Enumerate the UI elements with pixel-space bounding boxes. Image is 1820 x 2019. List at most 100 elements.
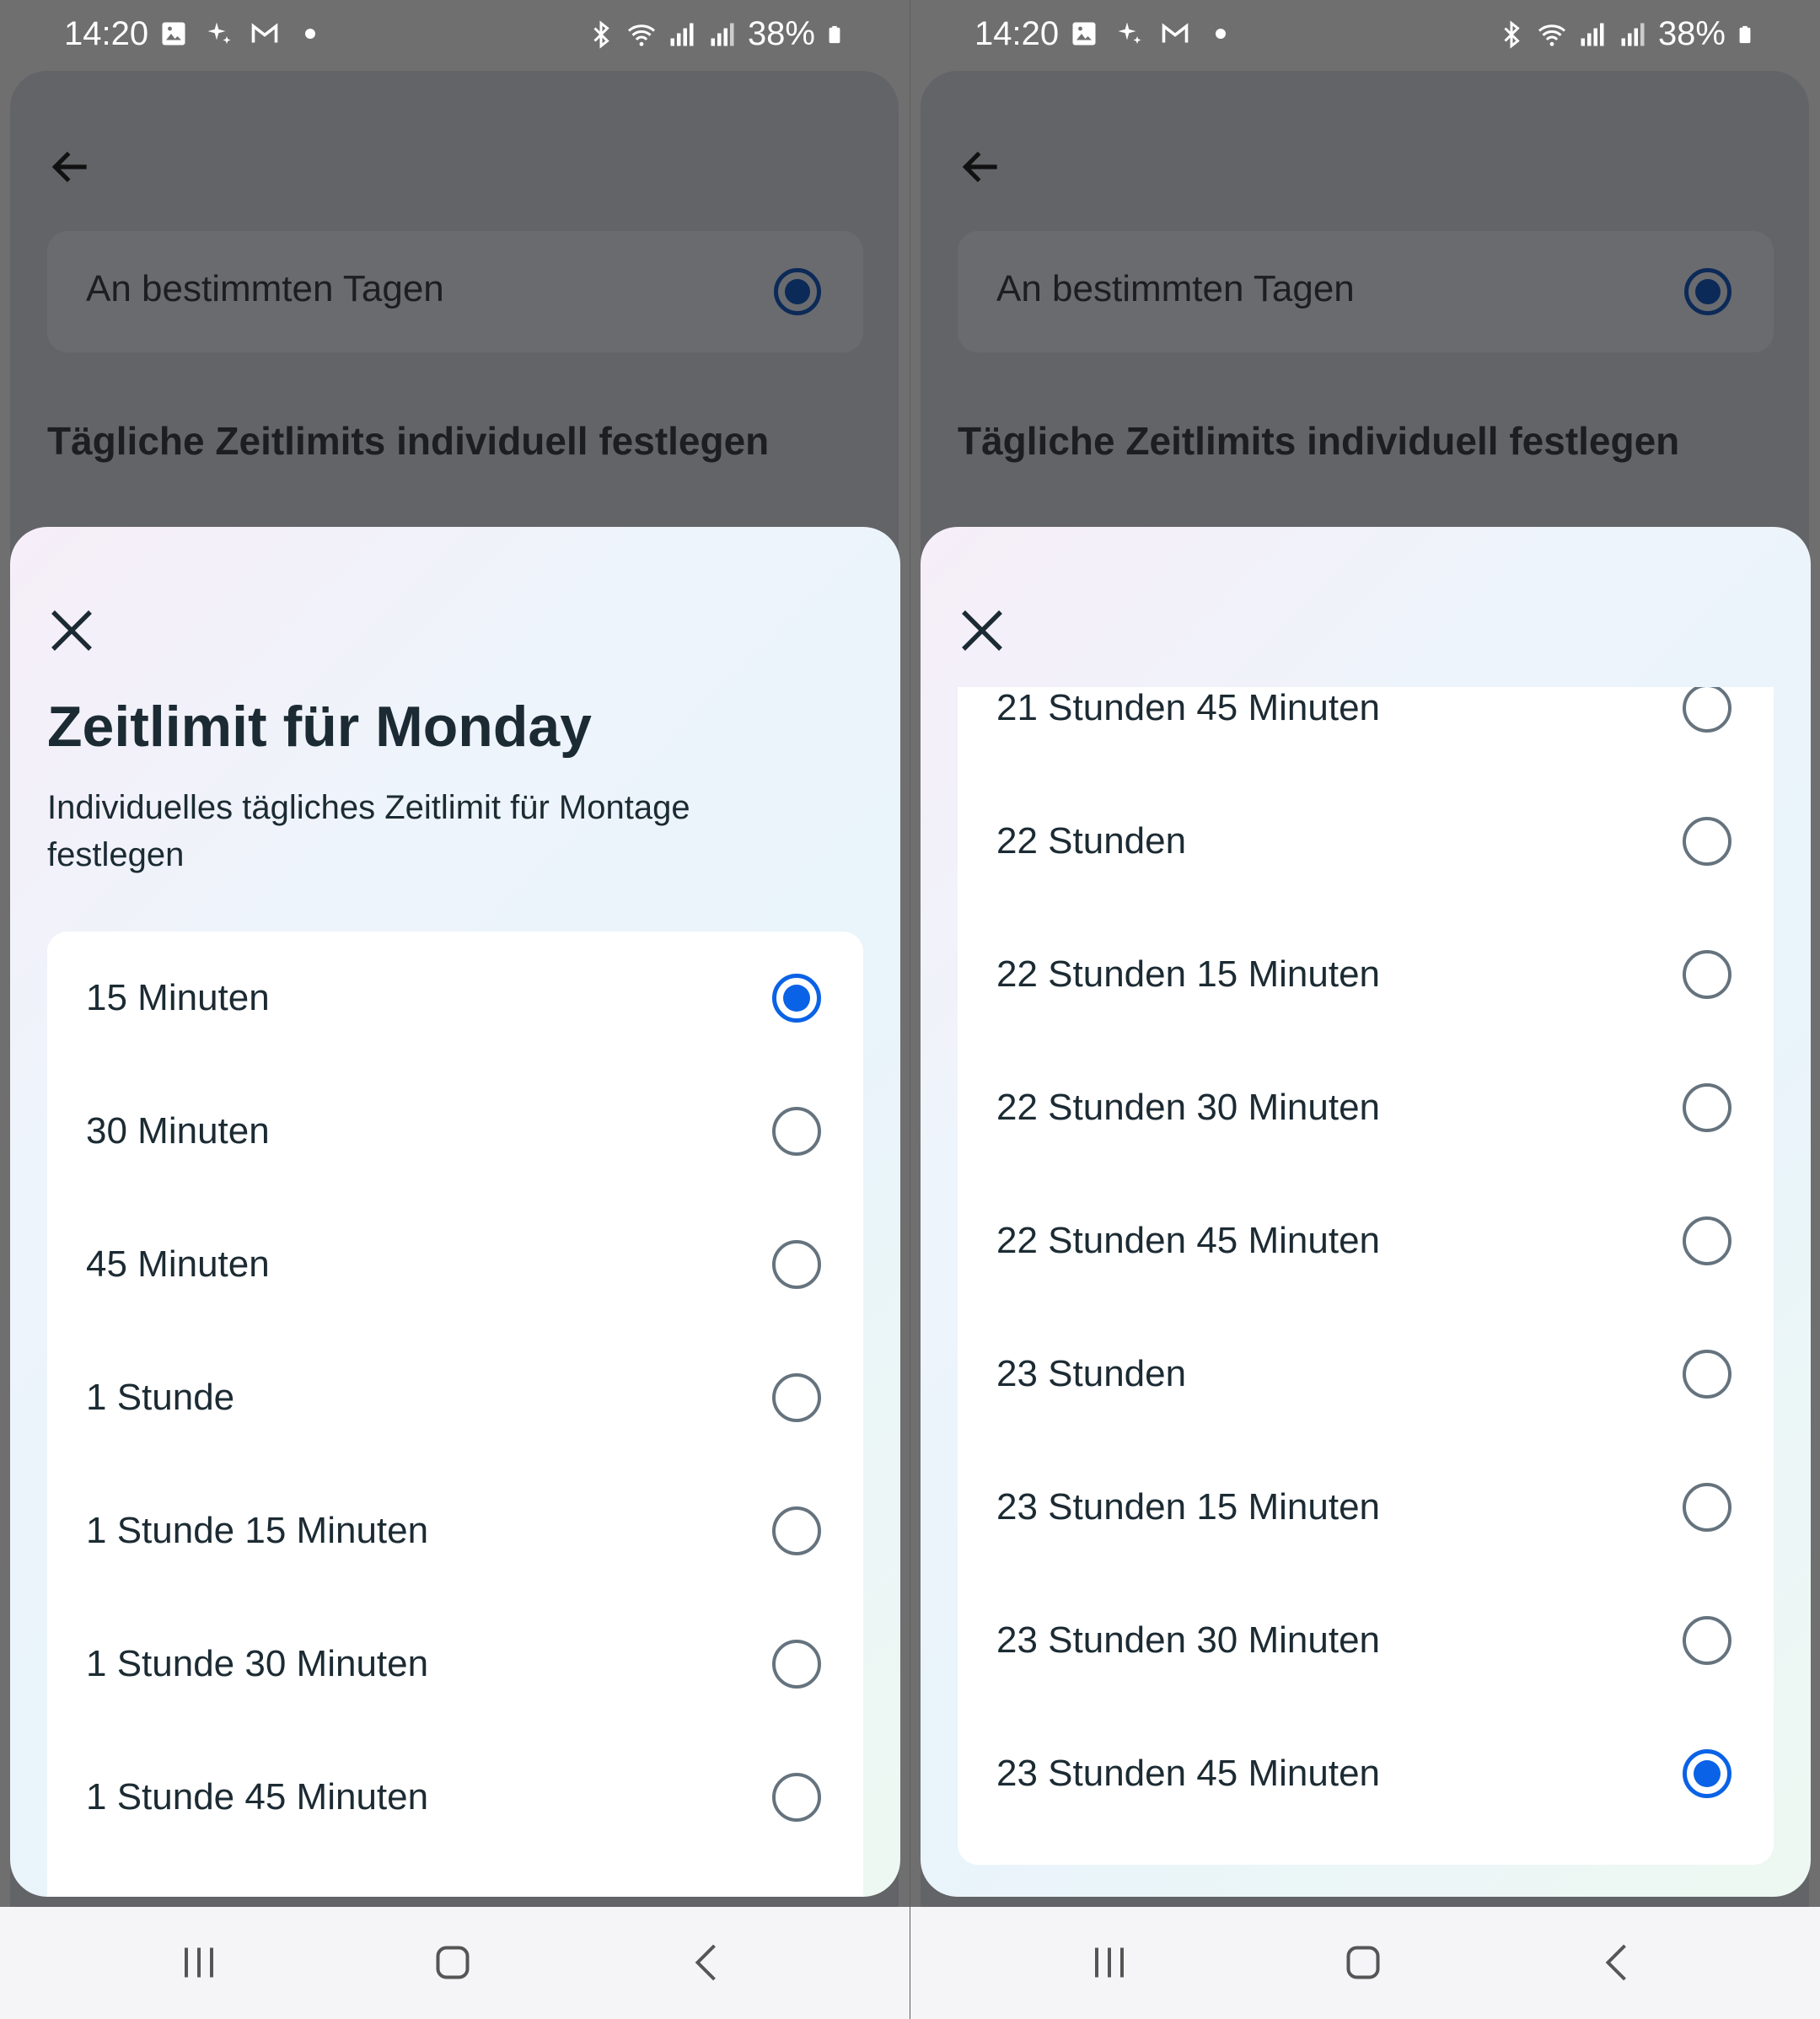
- notification-icons: [1069, 19, 1236, 49]
- recents-icon[interactable]: [1084, 1937, 1135, 1988]
- time-option[interactable]: 21 Stunden 45 Minuten: [958, 687, 1774, 775]
- time-option[interactable]: 23 Stunden 30 Minuten: [958, 1574, 1774, 1707]
- dot-icon: [1216, 29, 1226, 39]
- time-option[interactable]: 15 Minuten: [47, 932, 863, 1065]
- time-limit-sheet: Zeitlimit für Monday Individuelles tägli…: [10, 527, 900, 1897]
- bluetooth-icon: [593, 19, 609, 49]
- battery-level: 38%: [747, 15, 815, 52]
- wifi-icon: [1538, 24, 1565, 46]
- wifi-icon: [627, 24, 655, 46]
- radio-unselected[interactable]: [772, 1373, 821, 1422]
- radio-unselected[interactable]: [1683, 1083, 1731, 1132]
- time-option-label: 23 Stunden 30 Minuten: [996, 1619, 1381, 1661]
- phone-screen-right: 14:20 38% An bestimmten Tagen Tägliche Z…: [910, 0, 1820, 1907]
- sheet-title: Zeitlimit für Monday: [47, 695, 592, 759]
- time-option[interactable]: 1 Stunde 15 Minuten: [47, 1464, 863, 1597]
- notification-icons: [158, 19, 325, 49]
- time-option[interactable]: 30 Minuten: [47, 1065, 863, 1198]
- home-icon[interactable]: [427, 1937, 478, 1988]
- radio-unselected[interactable]: [1683, 1350, 1731, 1399]
- home-icon[interactable]: [1338, 1937, 1388, 1988]
- radio-unselected[interactable]: [772, 1506, 821, 1555]
- option-specific-days[interactable]: An bestimmten Tagen: [47, 231, 863, 352]
- radio-unselected[interactable]: [1683, 1216, 1731, 1265]
- signal-lte2-icon: [1621, 23, 1645, 46]
- status-bar: 14:20 38%: [0, 0, 910, 71]
- time-option-label: 21 Stunden 45 Minuten: [996, 687, 1381, 728]
- time-option-label: 30 Minuten: [86, 1110, 270, 1152]
- sparkle-icon: [1118, 22, 1141, 44]
- dot-icon: [305, 29, 315, 39]
- time-option-label: 23 Stunden 15 Minuten: [996, 1486, 1381, 1528]
- section-heading: Tägliche Zeitlimits individuell festlege…: [47, 419, 770, 463]
- time-option[interactable]: 22 Stunden 45 Minuten: [958, 1174, 1774, 1308]
- time-option[interactable]: 1 Stunde: [47, 1331, 863, 1464]
- arrow-left-icon[interactable]: [958, 143, 1005, 191]
- option-specific-days[interactable]: An bestimmten Tagen: [958, 231, 1774, 352]
- time-option-label: 22 Stunden 45 Minuten: [996, 1220, 1381, 1261]
- radio-selected[interactable]: [774, 268, 821, 315]
- phone-screen-left: 14:20 38% An bestimmten Tagen Tägliche Z…: [0, 0, 910, 1907]
- close-icon[interactable]: [954, 603, 1010, 658]
- time-option-label: 22 Stunden 15 Minuten: [996, 953, 1381, 995]
- signal-lte1-icon: [670, 23, 694, 46]
- time-options-list: 21 Stunden 45 Minuten 22 Stunden 22 Stunde…: [958, 687, 1774, 1865]
- time-option[interactable]: 23 Stunden: [958, 1308, 1774, 1441]
- battery-level: 38%: [1657, 15, 1726, 52]
- time-option[interactable]: 45 Minuten: [47, 1198, 863, 1331]
- time-option-label: 23 Stunden: [996, 1353, 1187, 1394]
- sheet-subtitle: Individuelles tägliches Zeitlimit für Mo…: [47, 789, 690, 873]
- radio-unselected[interactable]: [1683, 1616, 1731, 1665]
- radio-unselected[interactable]: [1683, 817, 1731, 866]
- time-option-label: 22 Stunden 30 Minuten: [996, 1087, 1381, 1128]
- status-time: 14:20: [974, 15, 1060, 52]
- radio-unselected[interactable]: [1683, 950, 1731, 999]
- back-icon[interactable]: [1593, 1937, 1644, 1988]
- section-heading: Tägliche Zeitlimits individuell festlege…: [958, 419, 1680, 463]
- radio-selected[interactable]: [1683, 1749, 1731, 1798]
- time-option[interactable]: 22 Stunden 30 Minuten: [958, 1041, 1774, 1174]
- time-option-label: 1 Stunde 45 Minuten: [86, 1776, 429, 1818]
- radio-unselected[interactable]: [1683, 1483, 1731, 1532]
- radio-unselected[interactable]: [772, 1107, 821, 1156]
- gallery-icon: [162, 22, 185, 46]
- system-icons: 38%: [1496, 15, 1754, 53]
- radio-unselected[interactable]: [772, 1640, 821, 1689]
- time-option[interactable]: 23 Stunden 45 Minuten: [958, 1707, 1774, 1840]
- bluetooth-icon: [1504, 19, 1520, 49]
- signal-lte2-icon: [711, 23, 734, 46]
- time-option-label: 1 Stunde 30 Minuten: [86, 1643, 429, 1684]
- time-option[interactable]: 22 Stunden: [958, 775, 1774, 908]
- arrow-left-icon[interactable]: [47, 143, 94, 191]
- close-icon[interactable]: [44, 603, 99, 658]
- radio-unselected[interactable]: [772, 1240, 821, 1289]
- time-option-label: 15 Minuten: [86, 977, 270, 1018]
- time-option-label: 1 Stunde: [86, 1377, 235, 1418]
- time-limit-sheet: 21 Stunden 45 Minuten 22 Stunden 22 Stunde…: [921, 527, 1811, 1897]
- status-time: 14:20: [64, 15, 149, 52]
- time-option[interactable]: 1 Stunde 30 Minuten: [47, 1597, 863, 1731]
- back-icon[interactable]: [683, 1937, 733, 1988]
- radio-unselected[interactable]: [772, 1773, 821, 1822]
- signal-lte1-icon: [1581, 23, 1604, 46]
- time-option[interactable]: 23 Stunden 15 Minuten: [958, 1441, 1774, 1574]
- sparkle-icon: [207, 22, 231, 44]
- time-option-label: 23 Stunden 45 Minuten: [996, 1753, 1381, 1794]
- time-option-label: 22 Stunden: [996, 820, 1187, 862]
- gallery-icon: [1072, 22, 1096, 46]
- radio-selected[interactable]: [1684, 268, 1731, 315]
- battery-icon: [829, 25, 840, 43]
- option-label: An bestimmten Tagen: [86, 268, 444, 309]
- time-option-label: 45 Minuten: [86, 1243, 270, 1285]
- time-option-label: 1 Stunde 15 Minuten: [86, 1510, 429, 1551]
- radio-unselected[interactable]: [1683, 687, 1731, 733]
- status-bar: 14:20 38%: [910, 0, 1820, 71]
- navigation-bar: [0, 1907, 910, 2019]
- time-option[interactable]: 1 Stunde 45 Minuten: [47, 1731, 863, 1864]
- system-icons: 38%: [586, 15, 844, 53]
- battery-icon: [1739, 25, 1751, 43]
- radio-selected[interactable]: [772, 974, 821, 1023]
- time-option[interactable]: 22 Stunden 15 Minuten: [958, 908, 1774, 1041]
- gmail-icon: [251, 23, 278, 43]
- recents-icon[interactable]: [174, 1937, 224, 1988]
